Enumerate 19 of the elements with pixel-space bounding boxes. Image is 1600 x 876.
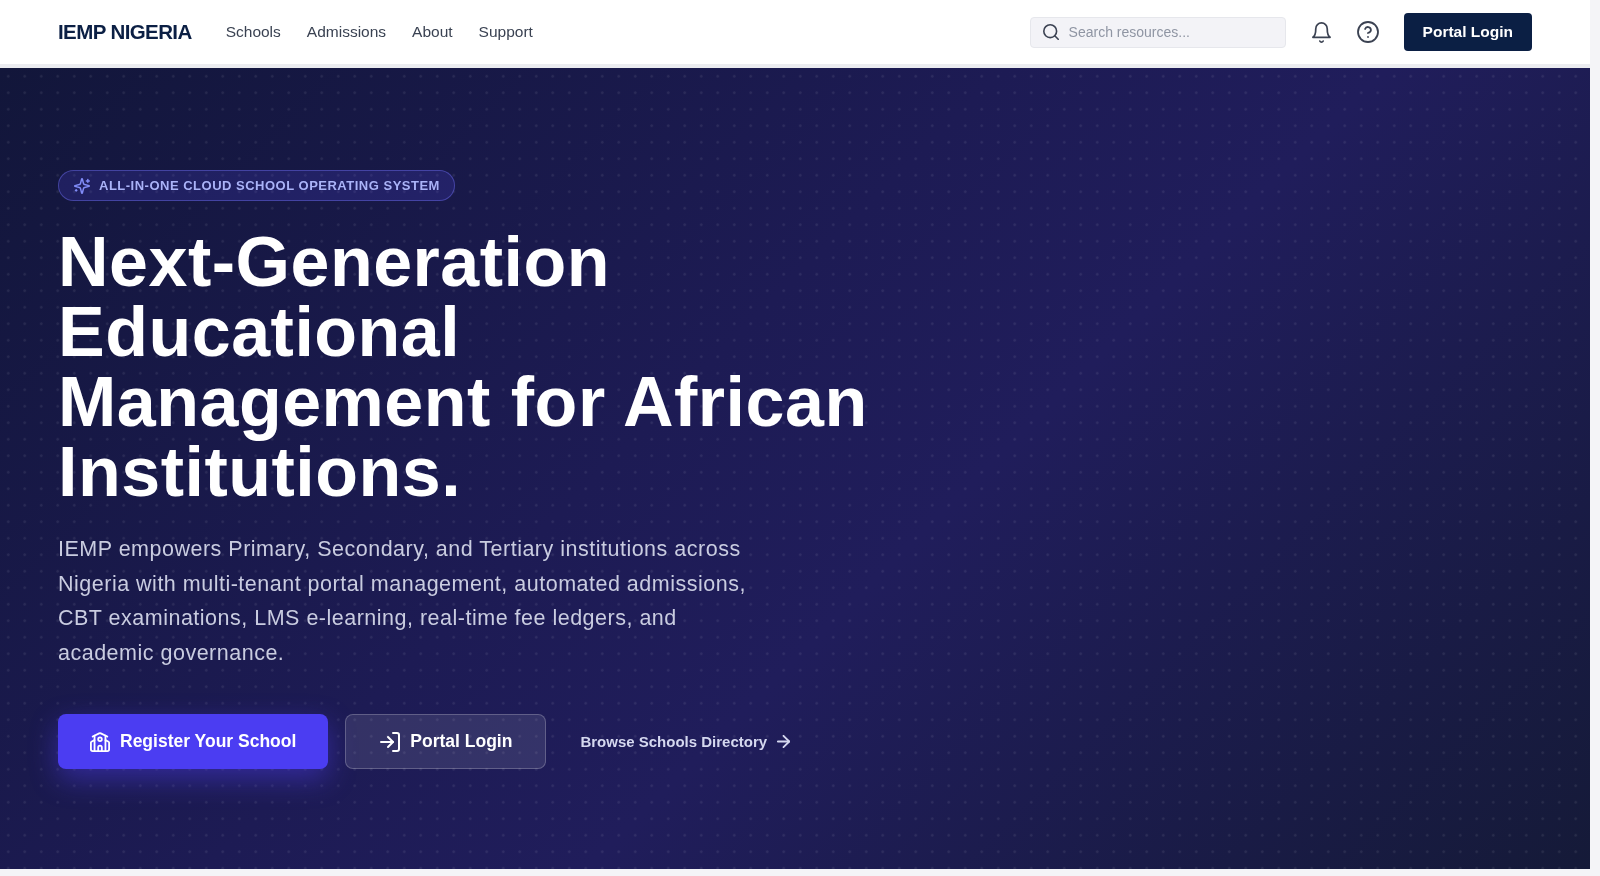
portal-login-button[interactable]: Portal Login [345, 714, 547, 769]
site-logo[interactable]: IEMP NIGERIA [58, 20, 192, 44]
search-field[interactable]: Search resources... [1029, 16, 1286, 48]
sparkles-icon [74, 177, 90, 194]
nav-link[interactable]: About [412, 23, 453, 41]
bell-icon[interactable] [1310, 21, 1332, 43]
school-icon [90, 731, 110, 752]
nav-link[interactable]: Admissions [306, 23, 387, 41]
help-icon[interactable] [1356, 21, 1379, 43]
hero-headline: Next-Generation Educational Management for African Institutions. [58, 227, 869, 507]
nav-link[interactable]: Support [478, 23, 533, 41]
nav-link[interactable]: Schools [225, 23, 281, 41]
register-school-button[interactable]: Register Your School [58, 714, 329, 769]
badge-text: ALL-IN-ONE CLOUD SCHOOL OPERATING SYSTEM [99, 178, 440, 193]
login-icon [380, 731, 401, 752]
search-icon [1042, 24, 1059, 40]
browse-directory-link[interactable]: Browse Schools Directory [580, 733, 791, 750]
hero-description: IEMP empowers Primary, Secondary, and Tertiary institutions across Nigeria with multi-tenant portal management, automated admissions, CBT examinations, LMS e-learning, real-time fee ledgers, and academic governance. [58, 536, 747, 667]
portal-login-button[interactable]: Portal Login [1403, 13, 1532, 51]
